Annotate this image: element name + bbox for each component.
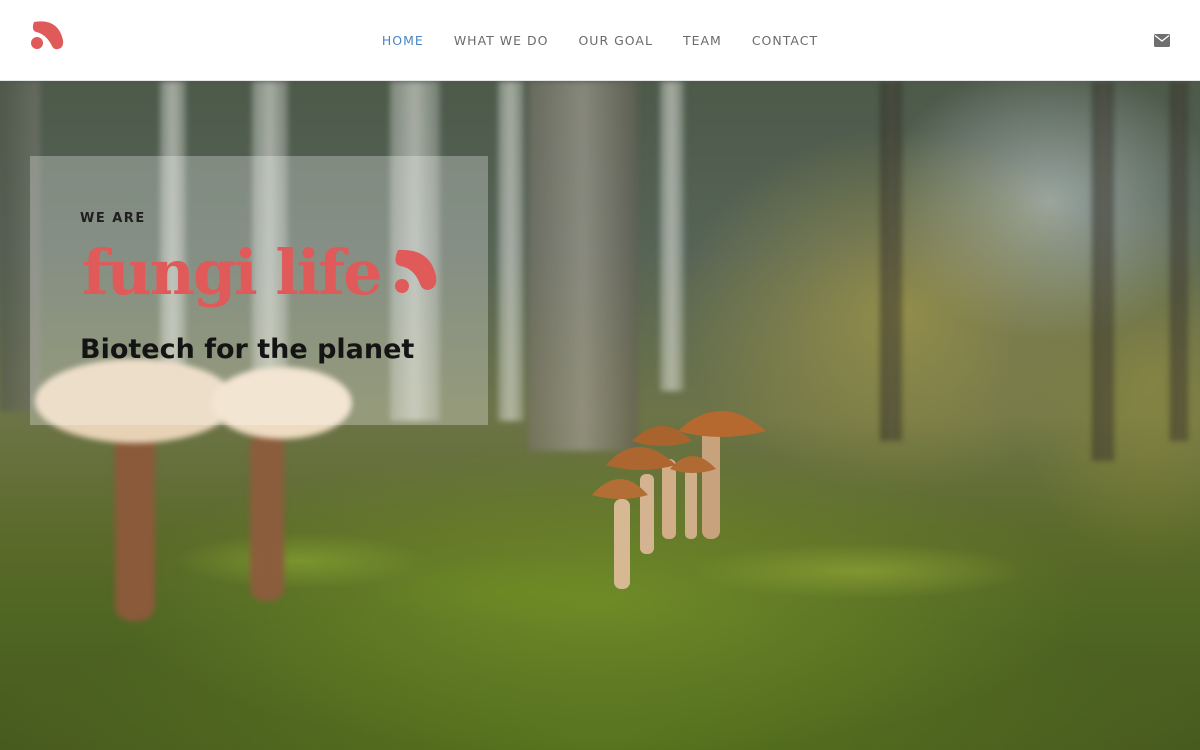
tree-trunk [880,81,902,441]
tree-trunk [1170,81,1188,441]
tree-trunk [498,81,524,421]
top-navbar: HOME WHAT WE DO OUR GOAL TEAM CONTACT [0,0,1200,81]
fungi-life-wordmark-logo: fungi life [82,236,437,309]
mushroom-cluster-center [592,411,766,589]
brand-wordmark: fungi life [82,236,381,309]
nav-contact[interactable]: CONTACT [752,33,818,48]
nav-home[interactable]: HOME [382,33,424,48]
envelope-icon[interactable] [1154,34,1170,47]
hero-tagline: Biotech for the planet [80,334,415,365]
nav-what-we-do[interactable]: WHAT WE DO [454,33,549,48]
nav-our-goal[interactable]: OUR GOAL [578,33,652,48]
main-nav: HOME WHAT WE DO OUR GOAL TEAM CONTACT [0,0,1200,80]
hero-intro-card: WE ARE fungi life Biotech for the planet [30,156,488,425]
nav-team[interactable]: TEAM [683,33,722,48]
hero-eyebrow: WE ARE [80,211,146,226]
tree-trunk [1092,81,1114,461]
tree-trunk [528,81,638,451]
tree-trunk [660,81,684,391]
